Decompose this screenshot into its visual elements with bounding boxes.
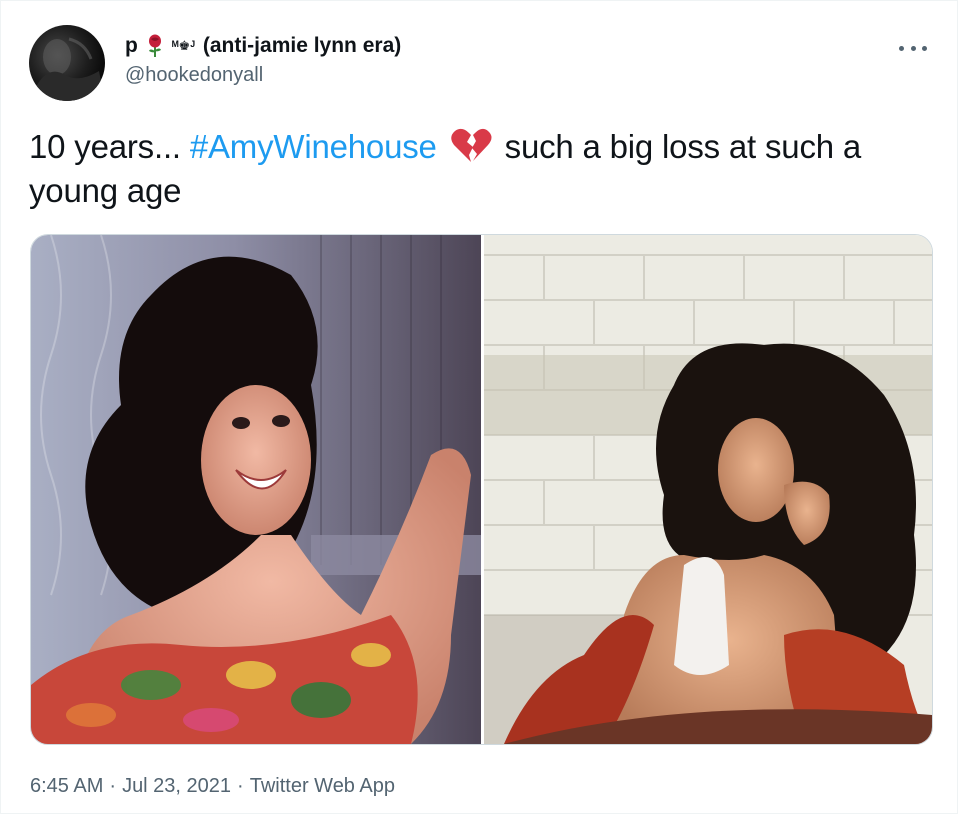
photo-1-image	[31, 235, 481, 744]
broken-heart-icon	[450, 128, 492, 164]
tweet-card: p ᴹ♚ᴶ (anti-jamie lynn era) @hookedonyal…	[0, 0, 958, 814]
media-grid	[30, 234, 933, 745]
tweet-source[interactable]: Twitter Web App	[250, 775, 395, 797]
photo-2-image	[484, 235, 932, 744]
tweet-text-prefix: 10 years...	[29, 128, 190, 165]
photo-1[interactable]	[31, 235, 481, 744]
more-dot	[922, 45, 927, 51]
avatar-photo-icon	[29, 37, 105, 101]
tweet-text: 10 years... #AmyWinehouse such a big los…	[29, 125, 939, 213]
meta-separator: ·	[109, 775, 117, 797]
author-handle[interactable]: @hookedonyall	[125, 63, 401, 87]
tweet-meta: 6:45 AM · Jul 23, 2021 · Twitter Web App	[30, 773, 395, 799]
hashtag-link[interactable]: #AmyWinehouse	[190, 128, 437, 165]
author-block: p ᴹ♚ᴶ (anti-jamie lynn era) @hookedonyal…	[125, 33, 401, 87]
display-name-suffix: (anti-jamie lynn era)	[202, 34, 402, 57]
more-horizontal-icon	[899, 45, 904, 51]
avatar[interactable]	[29, 25, 105, 101]
meta-separator: ·	[237, 775, 244, 797]
tweet-date[interactable]: Jul 23, 2021	[122, 775, 231, 797]
more-dot	[910, 45, 916, 51]
photo-2[interactable]	[484, 235, 932, 744]
tweet-time[interactable]: 6:45 AM	[30, 775, 103, 797]
more-options-button[interactable]	[899, 41, 927, 55]
display-name-initial: p	[125, 34, 138, 57]
display-name[interactable]: p ᴹ♚ᴶ (anti-jamie lynn era)	[125, 33, 401, 59]
display-name-tag: ᴹ♚ᴶ	[171, 38, 195, 53]
rose-icon	[146, 34, 164, 58]
